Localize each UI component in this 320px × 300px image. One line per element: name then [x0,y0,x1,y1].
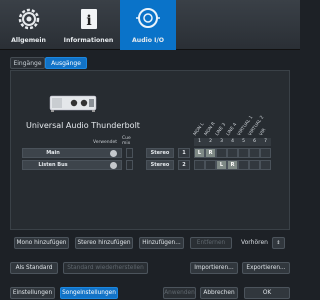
output-type[interactable]: Stereo [146,160,174,170]
gear-icon [18,8,39,30]
routing-cell[interactable] [260,148,271,158]
chevron-down-icon: ⇕ [276,240,281,246]
presets-dropdown[interactable]: ⇕ [272,237,285,249]
channel-number: 5 [238,138,249,146]
channel-number: 4 [227,138,238,146]
tab-informationen-label: Informationen [63,37,114,44]
tab-allgemein[interactable]: Allgemein [0,0,57,50]
tab-informationen[interactable]: i Informationen [60,0,117,50]
audio-interface-icon [49,95,97,112]
info-icon: i [80,9,97,29]
routing-cell[interactable]: R [227,160,238,170]
output-row-main[interactable]: Main [22,148,122,158]
preferences-toolbar: Allgemein i Informationen Audio I/O [0,0,300,50]
tab-audio-io[interactable]: Audio I/O [120,0,176,50]
routing-cell[interactable] [238,148,249,158]
svg-text:i: i [86,13,91,29]
used-toggle[interactable] [110,150,117,157]
routing-cell[interactable] [260,160,271,170]
audio-io-icon [136,8,160,28]
tab-eingaenge[interactable]: Eingänge [10,57,45,69]
routing-cell[interactable]: R [205,148,216,158]
add-more-button[interactable]: Hinzufügen... [139,237,184,249]
routing-cell[interactable] [238,160,249,170]
routing-cell[interactable]: L [216,160,227,170]
output-index: 2 [178,160,190,170]
output-row-listen-bus[interactable]: Listen Bus [22,160,122,170]
channel-number: 2 [205,138,216,146]
routing-cell[interactable] [227,148,238,158]
ok-button[interactable]: OK [244,287,290,299]
restore-default-button[interactable]: Standard wiederherstellen [63,262,148,274]
cue-mix-cell[interactable] [126,148,133,158]
mono-add-button[interactable]: Mono hinzufügen [14,237,69,249]
export-button[interactable]: Exportieren... [242,262,290,274]
channel-number: 7 [260,138,271,146]
routing-cell[interactable]: L [194,148,205,158]
output-name: Main [46,150,60,156]
tab-audio-io-label: Audio I/O [132,37,164,44]
tab-ausgaenge[interactable]: Ausgänge [45,57,87,69]
apply-button[interactable]: Anwenden [163,287,196,299]
cancel-button[interactable]: Abbrechen [200,287,238,299]
output-name: Listen Bus [38,162,68,168]
device-name: Universal Audio Thunderbolt [26,121,140,130]
routing-cell[interactable] [194,160,205,170]
tab-allgemein-label: Allgemein [11,37,46,44]
output-index: 1 [178,148,190,158]
column-used: Verwendet [93,140,118,145]
channel-number: 1 [194,138,205,146]
routing-cell[interactable] [249,160,260,170]
remove-button[interactable]: Entfernen [190,237,232,249]
channel-number: 6 [249,138,260,146]
import-button[interactable]: Importieren... [190,262,238,274]
channel-number: 3 [216,138,227,146]
presets-label: Vorhören [241,239,268,246]
set-default-button[interactable]: Als Standard [10,262,58,274]
output-type[interactable]: Stereo [146,148,174,158]
column-cue-mix: Cue mix [122,136,131,146]
routing-cell[interactable] [249,148,260,158]
stereo-add-button[interactable]: Stereo hinzufügen [75,237,133,249]
used-toggle[interactable] [110,162,117,169]
settings-button[interactable]: Einstellungen [10,287,55,299]
routing-cell[interactable] [205,160,216,170]
song-settings-button[interactable]: Songeinstellungen [60,287,118,299]
cue-mix-cell[interactable] [126,160,133,170]
routing-cell[interactable] [216,148,227,158]
